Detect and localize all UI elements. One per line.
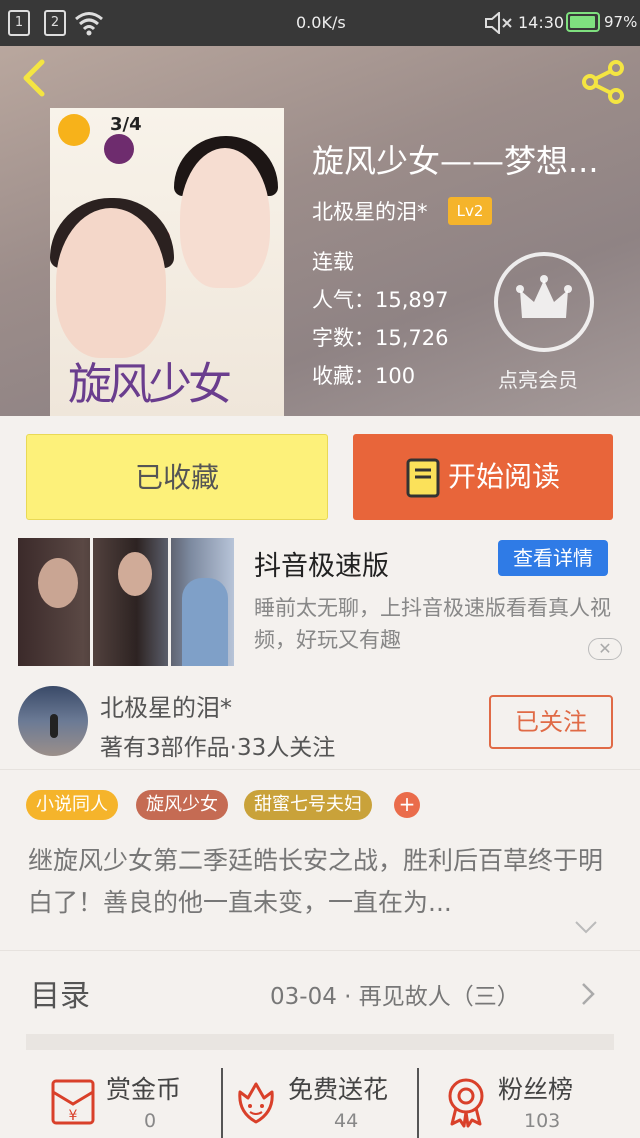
ad-image-figure (118, 552, 152, 596)
cover-badge (58, 114, 90, 146)
start-reading-button[interactable]: 开始阅读 (353, 434, 613, 520)
reward-coins-button[interactable]: ¥ 赏金币 0 (0, 1058, 220, 1138)
medal-icon (448, 1078, 484, 1128)
send-flowers-button[interactable]: 免费送花 44 (224, 1058, 416, 1138)
ad-image-figure (38, 558, 78, 608)
cover-date: 3/4 (110, 114, 142, 135)
latest-chapter: 03-04 · 再见故人（三） (270, 984, 520, 1010)
vip-label[interactable]: 点亮会员 (498, 364, 578, 393)
clock: 14:30 (518, 13, 565, 32)
bottom-divider (417, 1068, 419, 1138)
cover-figure-face (180, 148, 270, 288)
book-status: 连载 (312, 250, 354, 274)
send-flowers-value: 44 (334, 1110, 359, 1132)
toc-label: 目录 (30, 979, 90, 1014)
ad-details-button[interactable]: 查看详情 (498, 540, 608, 576)
reward-coins-value: 0 (144, 1110, 157, 1132)
chevron-right-icon (582, 983, 595, 1005)
book-favorites: 收藏：100 (312, 364, 416, 388)
share-icon[interactable] (580, 58, 628, 106)
author-name: 北极星的泪* (100, 694, 232, 722)
red-envelope-icon: ¥ (51, 1079, 95, 1125)
vip-button[interactable] (494, 252, 594, 352)
ad-image-divider (90, 538, 93, 666)
author-row[interactable]: 北极星的泪* 著有3部作品·33人关注 已关注 (0, 680, 640, 770)
chevron-down-icon[interactable] (574, 920, 598, 934)
svg-text:¥: ¥ (69, 1108, 78, 1124)
back-icon[interactable] (16, 58, 56, 98)
battery-level (570, 16, 596, 28)
ad-close-button[interactable]: ✕ (588, 638, 622, 660)
ad-image-figure (182, 578, 228, 666)
fan-ranking-value: 103 (524, 1110, 561, 1132)
book-description[interactable]: 继旋风少女第二季廷皓长安之战，胜利后百草终于明白了！善良的他一直未变，一直在为.… (28, 840, 608, 924)
network-speed: 0.0K/s (296, 13, 346, 32)
book-header: 3/4 旋风少女 旋风少女——梦想... 北极星的泪* Lv2 连载 人气：15… (0, 46, 640, 416)
book-author[interactable]: 北极星的泪* (312, 196, 428, 226)
tag-item[interactable]: 甜蜜七号夫妇 (244, 790, 372, 820)
collected-button[interactable]: 已收藏 (26, 434, 328, 520)
author-stats: 著有3部作品·33人关注 (100, 735, 336, 761)
crown-icon (516, 275, 572, 318)
avatar-figure (50, 714, 58, 738)
book-cover[interactable]: 3/4 旋风少女 (50, 108, 284, 416)
ad-image-divider (168, 538, 171, 666)
book-popularity: 人气：15,897 (312, 288, 449, 312)
ad-description: 睡前太无聊，上抖音极速版看看真人视频，好玩又有趣 (254, 596, 611, 652)
ad-banner[interactable]: 抖音极速版 查看详情 睡前太无聊，上抖音极速版看看真人视频，好玩又有趣 ✕ (0, 530, 640, 680)
fan-ranking-button[interactable]: 粉丝榜 103 (420, 1058, 640, 1138)
bottom-divider (221, 1068, 223, 1138)
add-tag-button[interactable]: + (394, 792, 420, 818)
sim2-icon: 2 (44, 10, 66, 36)
plum-illustration (104, 134, 134, 164)
flower-icon (238, 1082, 274, 1124)
reward-coins-label: 赏金币 (106, 1075, 182, 1104)
tag-item[interactable]: 小说同人 (26, 790, 118, 820)
book-word-count: 字数：15,726 (312, 326, 449, 350)
ad-title: 抖音极速版 (254, 551, 389, 582)
start-reading-label: 开始阅读 (447, 460, 560, 493)
follow-button[interactable]: 已关注 (489, 695, 613, 749)
table-of-contents-row[interactable]: 目录 03-04 · 再见故人（三） (0, 950, 640, 1034)
status-bar: 1 2 0.0K/s 14:30 97% (0, 0, 640, 46)
book-title: 旋风少女——梦想... (312, 142, 599, 180)
battery-icon (566, 12, 600, 32)
level-badge: Lv2 (448, 197, 492, 225)
battery-percent: 97% (604, 13, 638, 31)
sim1-icon: 1 (8, 10, 30, 36)
section-divider (26, 1034, 614, 1050)
author-avatar[interactable] (18, 686, 88, 756)
wifi-icon (75, 12, 103, 36)
fan-ranking-label: 粉丝榜 (498, 1075, 574, 1104)
book-icon (406, 458, 440, 498)
send-flowers-label: 免费送花 (288, 1075, 389, 1104)
cover-logo: 旋风少女 (68, 359, 232, 410)
bottom-bar: ¥ 赏金币 0 免费送花 44 粉丝榜 103 (0, 1058, 640, 1138)
cover-figure-face (56, 208, 166, 358)
ad-image[interactable] (18, 538, 234, 666)
tag-item[interactable]: 旋风少女 (136, 790, 228, 820)
mute-icon (485, 12, 512, 34)
